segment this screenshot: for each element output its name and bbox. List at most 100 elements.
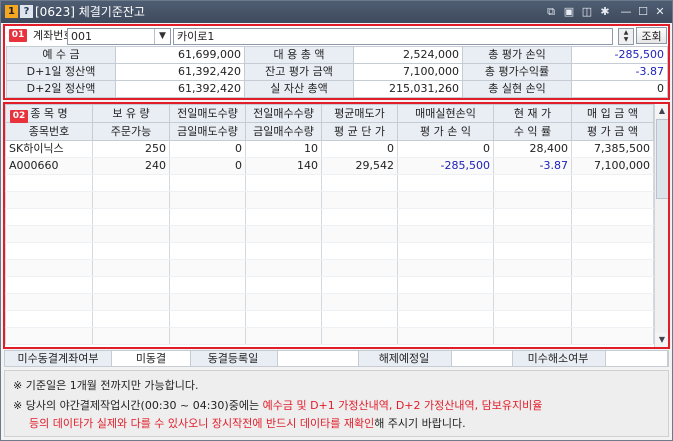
empty-row [5, 242, 654, 260]
window-title: [0623] 체결기준잔고 [35, 5, 145, 19]
minimize-icon[interactable]: — [618, 4, 634, 20]
grid-vertical-scrollbar[interactable]: ▲ ▼ [654, 104, 668, 347]
prev-sell-qty-cell [169, 327, 246, 345]
holding-qty-cell [92, 293, 170, 311]
col-header[interactable]: 종목번호 [5, 122, 93, 141]
d2-settlement-label: D+2일 정산액 [6, 80, 116, 98]
margin-resolved-label: 미수해소여부 [527, 352, 589, 365]
scroll-down-icon[interactable]: ▼ [655, 333, 668, 347]
realized-pl-cell [397, 225, 494, 243]
release-date-value [451, 351, 513, 366]
main-window: 1 ? [0623] 체결기준잔고 ⧉ ▣ ◫ ✱ — ☐ ✕ 01 계좌번호 … [0, 0, 673, 441]
prev-sell-qty-cell [169, 208, 246, 226]
margin-resolved-value [605, 351, 668, 366]
avg-sell-price-cell [321, 242, 398, 260]
avg-sell-price-cell [321, 310, 398, 328]
col-header[interactable]: 보 유 량 [92, 104, 170, 123]
prev-buy-qty-cell [245, 191, 322, 209]
d1-settlement-value: 61,392,420 [115, 63, 245, 81]
holding-qty-cell: 250 [92, 140, 170, 158]
restore-icon[interactable]: ⧉ [543, 4, 559, 20]
holding-qty-cell [92, 327, 170, 345]
prev-sell-qty-cell [169, 225, 246, 243]
scroll-up-icon[interactable]: ▲ [655, 104, 668, 118]
prev-sell-qty-cell [169, 191, 246, 209]
holding-qty-cell [92, 276, 170, 294]
holding-qty-cell [92, 242, 170, 260]
chevron-down-icon[interactable]: ▼ [154, 29, 170, 44]
help-icon[interactable]: ? [20, 5, 33, 18]
holding-qty-cell [92, 208, 170, 226]
account-number-select[interactable]: 001 ▼ [67, 28, 171, 45]
current-price-cell [493, 293, 572, 311]
col-header[interactable]: 주문가능 [92, 122, 170, 141]
settings-icon[interactable]: ✱ [597, 4, 613, 20]
capture-icon[interactable]: ◫ [579, 4, 595, 20]
purchase-amount-cell: 7,385,500 [571, 140, 654, 158]
maximize-icon[interactable]: ☐ [635, 4, 651, 20]
close-icon[interactable]: ✕ [652, 4, 668, 20]
col-header[interactable]: 금일매도수량 [169, 122, 246, 141]
col-header[interactable]: 평균매도가 [321, 104, 398, 123]
col-header[interactable]: 금일매수수량 [245, 122, 322, 141]
stock-name-cell [5, 208, 93, 226]
arrow-up-icon[interactable]: ▲ [624, 29, 629, 36]
notice-line-3-highlight: 등의 데이타가 실제와 다를 수 있사오니 장시작전에 반드시 데이타를 재확인 [29, 417, 375, 430]
purchase-amount-cell [571, 174, 654, 192]
stock-name-cell [5, 276, 93, 294]
section-badge-01: 01 [9, 29, 27, 42]
substitute-total-value: 2,524,000 [353, 46, 463, 64]
col-header[interactable]: 전일매수수량 [245, 104, 322, 123]
prev-buy-qty-cell: 10 [245, 140, 322, 158]
save-icon[interactable]: ▣ [561, 4, 577, 20]
notice-line-2: ※ 당사의 야간결제작업시간(00:30 ~ 04:30)중에는 예수금 및 D… [13, 397, 542, 415]
col-header[interactable]: 수 익 률 [493, 122, 572, 141]
grid-body: SK하이닉스 250 0 10 0 0 28,400 7,385,500 A000660 240 0… [5, 140, 654, 345]
current-price-cell [493, 225, 572, 243]
realized-pl-cell [397, 327, 494, 345]
table-row[interactable]: SK하이닉스 250 0 10 0 0 28,400 7,385,500 [5, 140, 654, 158]
notice-line-3-text: 해 주시기 바랍니다. [374, 417, 466, 430]
freeze-status-bar: 미수동결계좌여부 미동결 동결등록일 해제예정일 미수해소여부 [4, 350, 669, 367]
col-header[interactable]: 평 가 금 액 [571, 122, 654, 141]
notice-line-2-highlight: 예수금 및 D+1 가정산내역, D+2 가정산내역, 담보유지비율 [262, 399, 543, 412]
prev-buy-qty-cell [245, 310, 322, 328]
table-row[interactable]: A000660 240 0 140 29,542 -285,500 -3.87 7,100,0… [5, 157, 654, 175]
section-badge-02: 02 [10, 110, 28, 123]
account-spinner[interactable]: ▲ ▼ [618, 28, 634, 45]
prev-sell-qty-cell [169, 174, 246, 192]
empty-row [5, 191, 654, 209]
col-header[interactable]: 매 입 금 액 [571, 104, 654, 123]
stock-name-cell [5, 174, 93, 192]
net-asset-total-value: 215,031,260 [353, 80, 463, 98]
empty-row [5, 259, 654, 277]
current-price-cell [493, 310, 572, 328]
scroll-thumb[interactable] [656, 119, 668, 199]
purchase-amount-cell: 7,100,000 [571, 157, 654, 175]
prev-sell-qty-cell [169, 293, 246, 311]
notice-line-3: 등의 데이타가 실제와 다를 수 있사오니 장시작전에 반드시 데이타를 재확인… [29, 415, 466, 433]
realized-pl-cell [397, 191, 494, 209]
stock-name-cell [5, 310, 93, 328]
col-header[interactable]: 매매실현손익 [397, 104, 494, 123]
empty-row [5, 276, 654, 294]
col-header[interactable]: 평 균 단 가 [321, 122, 398, 141]
prev-buy-qty-cell: 140 [245, 157, 322, 175]
avg-sell-price-cell [321, 276, 398, 294]
query-button[interactable]: 조회 [636, 27, 667, 44]
holding-qty-cell [92, 174, 170, 192]
prev-buy-qty-cell [245, 242, 322, 260]
avg-sell-price-cell [321, 327, 398, 345]
holding-qty-cell [92, 259, 170, 277]
holdings-grid[interactable]: 종 목 명 보 유 량 전일매도수량 전일매수수량 평균매도가 매매실현손익 현… [5, 104, 654, 345]
col-header[interactable]: 현 재 가 [493, 104, 572, 123]
purchase-amount-cell [571, 293, 654, 311]
col-header[interactable]: 평 가 손 익 [397, 122, 494, 141]
arrow-down-icon[interactable]: ▼ [624, 36, 629, 43]
total-eval-return-value: -3.87 [571, 63, 668, 81]
col-header[interactable]: 전일매도수량 [169, 104, 246, 123]
realized-pl-cell [397, 293, 494, 311]
total-realized-pl-label: 총 실현 손익 [462, 80, 572, 98]
realized-pl-cell: -285,500 [397, 157, 494, 175]
prev-sell-qty-cell: 0 [169, 157, 246, 175]
